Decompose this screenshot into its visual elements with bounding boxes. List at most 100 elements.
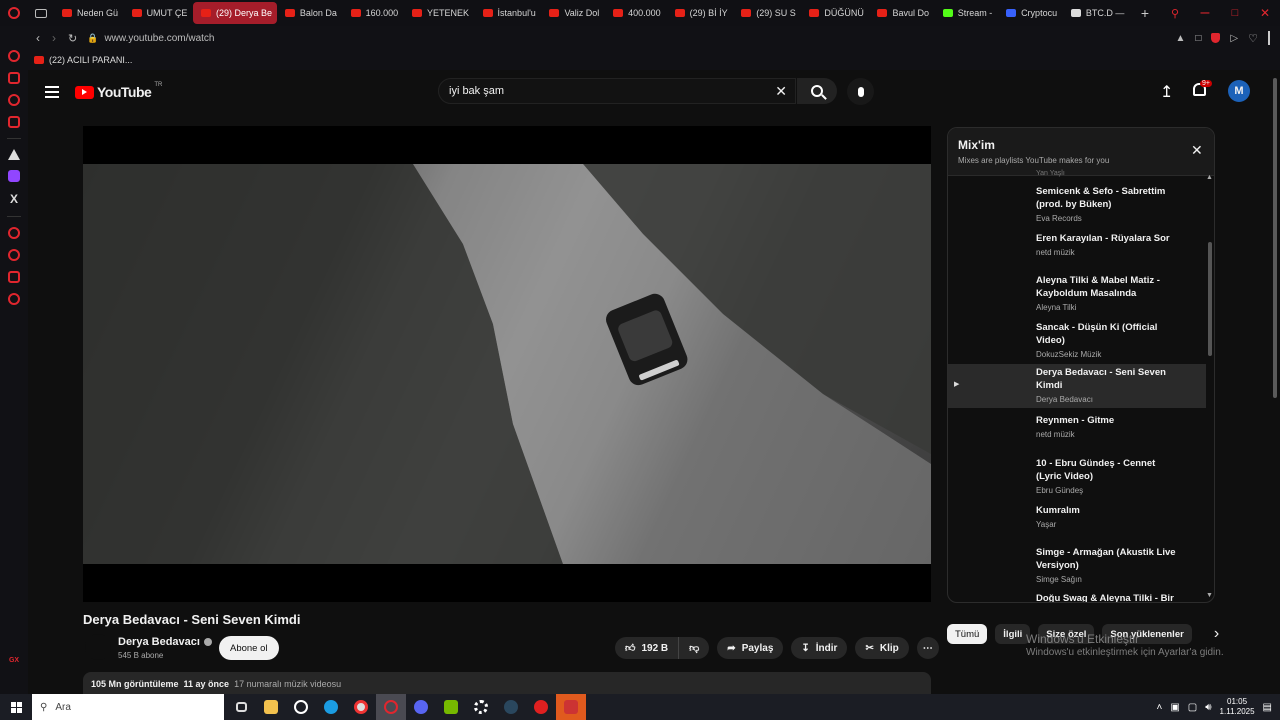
dislike-button[interactable]: 👎︎ xyxy=(678,637,710,659)
browser-tab[interactable]: Bavul Do xyxy=(869,2,934,24)
mix-item[interactable]: ▶ Derya Bedavacı - Seni Seven Kimdi Derya … xyxy=(948,364,1206,408)
notification-center-icon[interactable]: ▤ xyxy=(1263,702,1272,713)
share-button[interactable]: ➦ Paylaş xyxy=(717,637,784,659)
sidebar-downloads-icon[interactable] xyxy=(8,271,20,283)
chrome-icon[interactable] xyxy=(346,694,376,720)
close-window-button[interactable]: ✕ xyxy=(1250,0,1280,26)
player-icon[interactable]: ▷ xyxy=(1230,33,1238,44)
search-input[interactable]: iyi bak şam xyxy=(449,85,504,97)
voice-search-button[interactable] xyxy=(847,78,874,105)
mix-item[interactable]: Simge - Armağan (Akustik Live Versiyon) S… xyxy=(948,546,1206,584)
edge-icon[interactable] xyxy=(316,694,346,720)
browser-tab[interactable]: Balon Da xyxy=(277,2,343,24)
url-field[interactable]: www.youtube.com/watch xyxy=(104,33,214,44)
browser-tab[interactable]: (29) Derya Be xyxy=(192,2,277,24)
maximize-button[interactable]: □ xyxy=(1220,0,1250,26)
tab-islands-icon[interactable] xyxy=(28,0,54,26)
steam-icon[interactable] xyxy=(496,694,526,720)
clip-button[interactable]: ✂ Klip xyxy=(855,637,909,659)
tray-chevron-icon[interactable]: ˄ xyxy=(1156,702,1162,713)
mix-item[interactable]: Semicenk & Sefo - Sabrettim (prod. by Bü… xyxy=(948,185,1206,223)
taskbar-search[interactable]: ⚲ Ara xyxy=(32,694,224,720)
dts-icon[interactable] xyxy=(526,694,556,720)
volume-icon[interactable]: 🔊︎ xyxy=(1205,702,1211,713)
more-actions-button[interactable]: ⋯ xyxy=(916,637,939,659)
sidebar-refresh-icon[interactable] xyxy=(8,50,20,62)
shield-icon[interactable] xyxy=(1211,33,1221,43)
tray-app-icon[interactable]: ▣ xyxy=(1170,702,1179,713)
notifications-button[interactable]: 9+ xyxy=(1193,80,1212,96)
browser-tab[interactable]: Neden Gü xyxy=(54,2,124,24)
mix-item[interactable]: Sancak - Düşün Ki (Official Video) DokuzS… xyxy=(948,321,1206,359)
snapshot-icon[interactable]: □ xyxy=(1195,33,1201,44)
scroll-up-icon[interactable]: ▲ xyxy=(1206,174,1213,181)
taskbar-search-input[interactable]: Ara xyxy=(55,702,71,713)
clear-search-icon[interactable]: ✕ xyxy=(775,83,787,100)
browser-tab[interactable]: DÜĞÜNÜ xyxy=(801,2,869,24)
browser-tab[interactable]: YETENEK xyxy=(404,2,475,24)
channel-avatar[interactable] xyxy=(85,634,111,660)
close-mix-icon[interactable]: ✕ xyxy=(1191,142,1203,159)
browser-tab[interactable]: UMUT ÇE xyxy=(124,2,193,24)
browser-tab[interactable]: (29) Bİ İY xyxy=(667,2,734,24)
youtube-logo[interactable]: YouTube TR xyxy=(75,82,162,100)
browser-tab[interactable]: 160.000 xyxy=(343,2,404,24)
browser-tab[interactable]: Cryptocu xyxy=(998,2,1063,24)
network-icon[interactable]: ▢ xyxy=(1188,702,1197,713)
task-view-icon[interactable] xyxy=(226,694,256,720)
search-box[interactable]: iyi bak şam ✕ xyxy=(438,78,796,104)
browser-tab[interactable]: Stream - xyxy=(935,2,998,24)
search-app-icon[interactable] xyxy=(286,694,316,720)
new-tab-button[interactable]: + xyxy=(1130,0,1160,26)
minimize-button[interactable]: – xyxy=(1190,0,1220,26)
reload-icon[interactable]: ↻ xyxy=(68,32,77,45)
sidebar-aria-icon[interactable] xyxy=(8,149,20,160)
video-player[interactable] xyxy=(83,126,931,602)
sidebar-pinboard-icon[interactable] xyxy=(8,227,20,239)
subscribe-button[interactable]: Abone ol xyxy=(219,636,279,660)
mix-scrollbar[interactable] xyxy=(1208,242,1212,356)
mix-item[interactable]: Kumralım Yaşar xyxy=(948,504,1206,529)
heart-icon[interactable]: ♡ xyxy=(1248,32,1258,45)
menu-lines-icon[interactable] xyxy=(1268,31,1270,45)
mix-item[interactable]: Doğu Swag & Aleyna Tilki - Bir xyxy=(948,592,1206,602)
sidebar-bag-icon[interactable] xyxy=(8,72,20,84)
sidebar-gx-icon[interactable]: GX xyxy=(9,657,19,664)
audio-app-icon[interactable] xyxy=(556,694,586,720)
bookmark-item[interactable]: (22) ACILI PARANI... xyxy=(49,55,132,65)
browser-tab[interactable]: BTC.D — xyxy=(1063,2,1130,24)
file-explorer-icon[interactable] xyxy=(256,694,286,720)
scroll-down-icon[interactable]: ▼ xyxy=(1206,592,1213,599)
download-button[interactable]: ↧ İndir xyxy=(791,637,848,659)
mix-item[interactable]: 10 - Ebru Gündeş - Cennet (Lyric Video) E… xyxy=(948,457,1206,495)
chip-all[interactable]: Tümü xyxy=(947,624,988,644)
opera-gx-taskbar-icon[interactable] xyxy=(376,694,406,720)
hamburger-menu-icon[interactable] xyxy=(45,83,59,101)
nvidia-icon[interactable] xyxy=(436,694,466,720)
page-scrollbar[interactable] xyxy=(1273,78,1277,398)
upload-icon[interactable]: ↥ xyxy=(1160,82,1173,102)
search-button[interactable] xyxy=(797,78,837,104)
sidebar-settings-icon[interactable] xyxy=(8,293,20,305)
sidebar-box-icon[interactable] xyxy=(8,116,20,128)
channel-name[interactable]: Derya Bedavacı xyxy=(118,636,212,648)
mix-item[interactable]: Eren Karayılan - Rüyalara Sor netd müzik xyxy=(948,232,1206,257)
mix-item[interactable]: Aleyna Tilki & Mabel Matiz - Kayboldum M… xyxy=(948,274,1206,312)
description-box[interactable]: 105 Mn görüntüleme 11 ay önce 17 numaral… xyxy=(83,672,931,694)
settings-gear-icon[interactable] xyxy=(466,694,496,720)
tab-search-icon[interactable]: ⚲ xyxy=(1160,0,1190,26)
clock[interactable]: 01:05 1.11.2025 xyxy=(1220,697,1255,717)
browser-tab[interactable]: İstanbul'u xyxy=(475,2,542,24)
start-button[interactable] xyxy=(0,694,32,720)
pin-icon[interactable]: ▲ xyxy=(1175,33,1185,44)
like-button[interactable]: 👍︎ 192 B xyxy=(615,637,679,659)
sidebar-twitch-icon[interactable] xyxy=(8,170,20,182)
mix-item[interactable]: Reynmen - Gitme netd müzik xyxy=(948,414,1206,439)
opera-logo-icon[interactable] xyxy=(0,0,28,26)
browser-tab[interactable]: Valiz Dol xyxy=(541,2,605,24)
sidebar-x-icon[interactable]: X xyxy=(10,192,18,206)
video-frame[interactable] xyxy=(83,164,931,564)
sidebar-messenger-icon[interactable] xyxy=(8,94,20,106)
back-icon[interactable]: ‹ xyxy=(36,31,40,45)
browser-tab[interactable]: 400.000 xyxy=(605,2,666,24)
